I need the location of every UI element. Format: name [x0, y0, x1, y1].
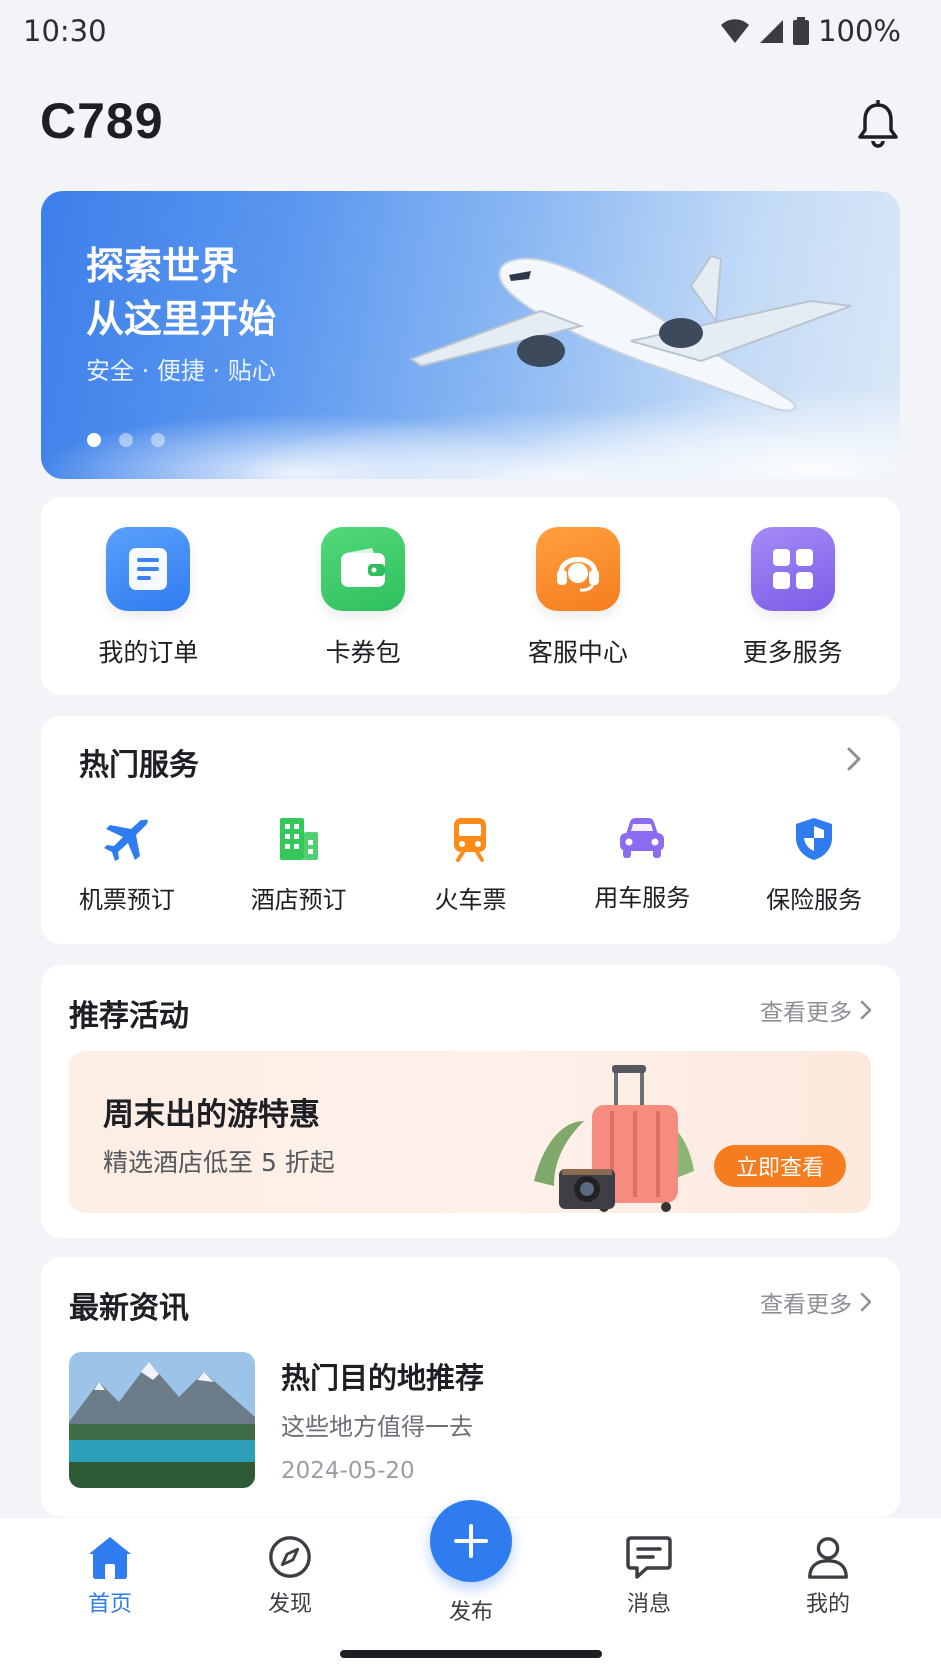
status-time: 10:30 — [23, 14, 107, 48]
promo-card[interactable]: 周末出的游特惠 精选酒店低至 5 折起 立即查看 — [69, 1051, 871, 1213]
quick-action-label: 更多服务 — [742, 638, 843, 667]
service-label: 用车服务 — [594, 884, 691, 912]
news-subtitle: 这些地方值得一去 — [281, 1413, 473, 1441]
page-title: C789 — [40, 93, 164, 149]
banner-dot[interactable] — [87, 433, 101, 447]
bell-icon — [858, 99, 898, 148]
train-icon — [454, 818, 487, 862]
banner-headline-2: 从这里开始 — [86, 297, 277, 341]
wifi-icon — [721, 19, 750, 43]
car-icon — [620, 818, 665, 858]
hot-services-list: 机票预订 酒店预订 火车票 用车服务 保险服务 — [41, 816, 900, 915]
quick-action-orders[interactable]: 我的订单 — [41, 497, 256, 695]
promo-banner[interactable]: 探索世界 从这里开始 安全 · 便捷 · 贴心 — [41, 191, 900, 479]
see-more-label: 查看更多 — [760, 1000, 852, 1026]
service-car[interactable]: 用车服务 — [556, 816, 728, 915]
news-title[interactable]: 热门目的地推荐 — [281, 1355, 484, 1397]
section-title: 最新资讯 — [69, 1291, 189, 1326]
section-title: 热门服务 — [79, 748, 199, 783]
airplane-icon — [103, 819, 148, 861]
service-hotel[interactable]: 酒店预订 — [213, 816, 385, 915]
battery-percent: 100% — [818, 14, 901, 48]
chevron-right-icon[interactable] — [846, 746, 862, 772]
user-icon — [808, 1537, 848, 1579]
tab-messages[interactable]: 消息 — [589, 1534, 709, 1618]
tab-label: 发现 — [267, 1592, 312, 1617]
wallet-icon — [321, 527, 406, 611]
status-bar: 10:30 100% — [0, 0, 941, 64]
banner-dot[interactable] — [119, 433, 133, 447]
banner-pagination[interactable] — [87, 433, 165, 447]
section-title: 推荐活动 — [69, 999, 189, 1034]
chevron-right-icon — [860, 1000, 872, 1020]
banner-subtitle: 安全 · 便捷 · 贴心 — [86, 357, 276, 385]
quick-action-label: 卡券包 — [325, 638, 401, 667]
service-label: 酒店预订 — [250, 886, 347, 914]
tab-label: 我的 — [805, 1592, 850, 1617]
hot-services-card: 热门服务 机票预订 酒店预订 火车票 用车服务 保险服务 — [41, 716, 900, 944]
status-icons: 100% — [720, 14, 901, 48]
promo-subtitle: 精选酒店低至 5 折起 — [103, 1148, 335, 1177]
service-train[interactable]: 火车票 — [385, 816, 557, 915]
home-icon — [89, 1537, 131, 1579]
see-more-link[interactable]: 查看更多 — [760, 993, 872, 1027]
chevron-right-icon — [860, 1292, 872, 1312]
see-more-label: 查看更多 — [760, 1292, 852, 1318]
quick-action-coupons[interactable]: 卡券包 — [256, 497, 471, 695]
grid-icon — [750, 527, 835, 611]
luggage-illustration — [534, 1065, 694, 1212]
quick-actions-card: 我的订单 卡券包 客服中心 更多服务 — [41, 497, 900, 695]
quick-action-more[interactable]: 更多服务 — [685, 497, 900, 695]
mountain-lake-image — [69, 1352, 255, 1488]
banner-dot[interactable] — [151, 433, 165, 447]
banner-headline-1: 探索世界 — [86, 244, 239, 288]
home-indicator[interactable] — [340, 1650, 602, 1658]
recommend-card: 推荐活动 查看更多 周末出的游特惠 精选酒店低至 5 折起 立即查看 — [41, 965, 900, 1238]
signal-icon — [760, 20, 784, 43]
promo-title: 周末出的游特惠 — [103, 1097, 320, 1133]
order-list-icon — [106, 527, 191, 611]
hotel-building-icon — [279, 818, 318, 860]
quick-action-label: 我的订单 — [98, 638, 199, 667]
tab-home[interactable]: 首页 — [50, 1534, 170, 1618]
headset-icon — [535, 527, 620, 611]
compass-icon — [269, 1536, 311, 1578]
view-now-button[interactable]: 立即查看 — [714, 1145, 846, 1187]
tab-label: 消息 — [626, 1592, 671, 1617]
news-thumbnail[interactable] — [69, 1352, 255, 1488]
quick-action-support[interactable]: 客服中心 — [471, 497, 686, 695]
news-date: 2024-05-20 — [281, 1458, 415, 1484]
service-label: 火车票 — [434, 886, 507, 914]
publish-button[interactable] — [430, 1500, 512, 1582]
news-card: 最新资讯 查看更多 热门目的地推荐 这些地方值得一去 2024-05-20 — [41, 1257, 900, 1517]
tab-label: 首页 — [87, 1592, 132, 1617]
tab-discover[interactable]: 发现 — [230, 1534, 350, 1618]
tab-label: 发布 — [448, 1600, 493, 1625]
service-flight[interactable]: 机票预订 — [41, 816, 213, 915]
airplane-illustration — [408, 254, 852, 412]
plus-icon — [454, 1524, 488, 1558]
battery-icon — [793, 17, 810, 45]
shield-icon — [796, 818, 833, 860]
service-insurance[interactable]: 保险服务 — [728, 816, 900, 915]
notification-button[interactable] — [856, 99, 900, 148]
tab-profile[interactable]: 我的 — [768, 1534, 888, 1618]
quick-action-label: 客服中心 — [527, 638, 628, 667]
see-more-link[interactable]: 查看更多 — [760, 1285, 872, 1319]
message-icon — [626, 1536, 672, 1579]
service-label: 机票预订 — [78, 886, 175, 914]
service-label: 保险服务 — [766, 886, 863, 914]
